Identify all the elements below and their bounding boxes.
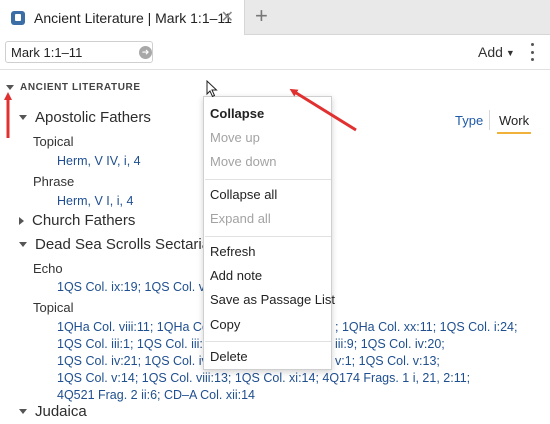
reference-box: ➜	[5, 41, 153, 63]
context-menu: Collapse Move up Move down Collapse all …	[203, 96, 335, 370]
subgroup-label: Topical	[33, 134, 74, 149]
menu-item-refresh[interactable]: Refresh	[210, 244, 256, 259]
active-toggle-underline	[497, 132, 531, 134]
work-toggle[interactable]: Work	[499, 113, 529, 128]
reference-input[interactable]	[11, 44, 129, 60]
expanded-triangle-icon[interactable]	[19, 409, 27, 414]
menu-item-collapse[interactable]: Collapse	[210, 106, 264, 121]
subgroup-label: Echo	[33, 261, 63, 276]
node-label: Judaica	[35, 403, 87, 420]
tree-node-apostolic-fathers[interactable]: Apostolic Fathers	[19, 109, 151, 126]
menu-separator	[205, 179, 331, 180]
reference-link[interactable]: 1QHa Col. viii:11; 1QHa Col.	[57, 319, 215, 336]
toolbar: ➜ Add▼	[0, 35, 550, 70]
section-header[interactable]: ANCIENT LITERATURE	[6, 82, 141, 93]
reference-link[interactable]: 4Q521 Frag. 2 ii:6; CD–A Col. xii:14	[57, 387, 255, 404]
reference-link[interactable]: iii:9; 1QS Col. iv:20;	[335, 336, 445, 353]
menu-item-move-down: Move down	[210, 154, 277, 169]
menu-item-copy[interactable]: Copy	[210, 317, 240, 332]
expanded-triangle-icon[interactable]	[19, 115, 27, 120]
collapsed-triangle-icon[interactable]	[19, 216, 24, 225]
more-options-icon[interactable]	[531, 43, 535, 61]
caret-down-icon: ▼	[505, 48, 515, 58]
subgroup-label: Topical	[33, 300, 74, 315]
mouse-cursor-icon	[206, 80, 218, 98]
section-title: ANCIENT LITERATURE	[20, 82, 141, 93]
toggle-divider	[489, 110, 490, 130]
document-icon	[11, 10, 25, 25]
reference-link[interactable]: 1QS Col. iii:1; 1QS Col. iii:4	[57, 336, 210, 353]
expanded-triangle-icon[interactable]	[19, 242, 27, 247]
reference-link[interactable]: v:1; 1QS Col. v:13;	[335, 353, 440, 370]
reference-link[interactable]: Herm, V I, i, 4	[57, 193, 133, 210]
menu-item-move-up: Move up	[210, 130, 260, 145]
add-button-label: Add	[478, 44, 503, 60]
menu-item-save-passage-list[interactable]: Save as Passage List	[210, 292, 335, 307]
type-toggle[interactable]: Type	[455, 113, 483, 128]
reference-link[interactable]: 1QS Col. ix:19; 1QS Col. viii	[57, 279, 213, 296]
active-tab[interactable]: Ancient Literature | Mark 1:1–11 ✕	[0, 0, 245, 35]
tab-bar: Ancient Literature | Mark 1:1–11 ✕ +	[0, 0, 550, 35]
reference-link[interactable]: Herm, V IV, i, 4	[57, 153, 141, 170]
tab-title: Ancient Literature | Mark 1:1–11	[34, 9, 232, 26]
reference-link[interactable]: 1QS Col. v:14; 1QS Col. viii:13; 1QS Col…	[57, 370, 470, 387]
close-icon[interactable]: ✕	[221, 7, 234, 27]
add-button[interactable]: Add ▼	[478, 44, 515, 60]
node-label: Dead Sea Scrolls Sectarian	[35, 236, 219, 253]
node-label: Apostolic Fathers	[35, 109, 151, 126]
tree-node-dead-sea-scrolls[interactable]: Dead Sea Scrolls Sectarian	[19, 236, 218, 253]
reference-link[interactable]: ; 1QHa Col. xx:11; 1QS Col. i:24;	[335, 319, 517, 336]
subgroup-label: Phrase	[33, 174, 75, 189]
tree-node-judaica[interactable]: Judaica	[19, 403, 87, 420]
menu-item-delete[interactable]: Delete	[210, 349, 248, 364]
menu-item-collapse-all[interactable]: Collapse all	[210, 187, 277, 202]
go-arrow-icon[interactable]: ➜	[139, 45, 152, 59]
menu-item-add-note[interactable]: Add note	[210, 268, 262, 283]
collapse-triangle-icon[interactable]	[6, 85, 14, 90]
tree-node-church-fathers[interactable]: Church Fathers	[19, 212, 135, 229]
menu-separator	[205, 236, 331, 237]
node-label: Church Fathers	[32, 212, 136, 229]
menu-item-expand-all: Expand all	[210, 211, 271, 226]
new-tab-button[interactable]: +	[255, 3, 268, 29]
menu-separator	[205, 341, 331, 342]
reference-link[interactable]: 1QS Col. iv:21; 1QS Col. iv:	[57, 353, 211, 370]
